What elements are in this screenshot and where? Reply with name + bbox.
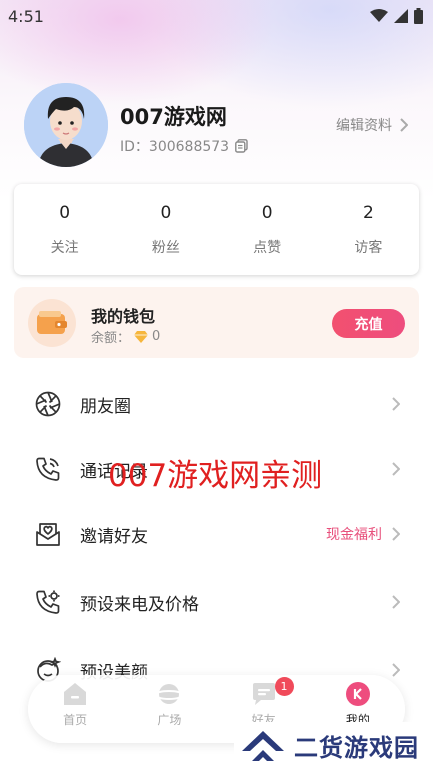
status-time: 4:51: [8, 6, 44, 26]
diamond-icon: [134, 330, 149, 343]
balance-value: 0: [152, 329, 161, 344]
edit-profile-label: 编辑资料: [336, 118, 392, 134]
stat-value: 2: [362, 202, 374, 223]
home-icon: [64, 683, 87, 705]
avatar[interactable]: [24, 83, 108, 167]
profile-header: 007游戏网 ID：300688573 编辑资料: [24, 83, 414, 169]
tab-label: 首页: [63, 713, 88, 727]
menu-item-right: [392, 397, 400, 411]
user-id: ID：300688573: [120, 136, 248, 156]
phone-settings-icon: [34, 588, 62, 616]
stat-label: 访客: [354, 239, 383, 256]
nickname: 007游戏网: [120, 105, 227, 129]
wifi-icon: [370, 9, 388, 22]
avatar-illustration: [24, 83, 108, 167]
stat-visitors[interactable]: 2 访客: [318, 184, 419, 275]
chevron-right-icon: [392, 462, 400, 476]
menu-item-right: 现金福利: [326, 524, 400, 544]
site-logo-text: 二货游戏园: [294, 734, 419, 762]
menu-item-label: 邀请好友: [80, 526, 148, 547]
tab-square[interactable]: 广场: [122, 675, 216, 743]
profile-icon: [345, 682, 370, 706]
planet-icon: [155, 684, 184, 704]
wallet-icon: [28, 299, 76, 347]
wallet-card[interactable]: 我的钱包 余额： 0 充值: [14, 287, 419, 358]
menu-item-invite-friends[interactable]: 邀请好友 现金福利: [34, 514, 400, 554]
status-icons: [370, 8, 423, 24]
chat-bubble-icon: [252, 683, 275, 705]
stat-label: 点赞: [253, 239, 282, 256]
wallet-balance: 余额： 0: [91, 327, 160, 346]
cell-signal-icon: [394, 9, 408, 23]
phone-call-icon: [34, 455, 62, 483]
stat-value: 0: [261, 202, 273, 223]
stat-value: 0: [59, 202, 71, 223]
stat-value: 0: [160, 202, 172, 223]
logo-chevron-icon: [242, 730, 284, 761]
tab-home[interactable]: 首页: [28, 675, 122, 743]
menu-item-right: [392, 595, 400, 609]
copy-icon[interactable]: [235, 139, 248, 153]
wallet-title: 我的钱包: [91, 307, 156, 326]
menu-item-moments[interactable]: 朋友圈: [34, 384, 400, 424]
stat-label: 粉丝: [151, 239, 180, 256]
recharge-button[interactable]: 充值: [332, 309, 405, 338]
invite-mail-icon: [34, 520, 62, 548]
user-id-text: ID：300688573: [120, 139, 230, 155]
chevron-right-icon: [400, 118, 408, 132]
site-logo: 二货游戏园: [234, 722, 433, 769]
chevron-right-icon: [392, 397, 400, 411]
stat-fans[interactable]: 0 粉丝: [115, 184, 216, 275]
stats-card: 0 关注 0 粉丝 0 点赞 2 访客: [14, 184, 419, 275]
stat-label: 关注: [50, 239, 79, 256]
menu-item-preset-call-price[interactable]: 预设来电及价格: [34, 582, 400, 622]
edit-profile-link[interactable]: 编辑资料: [336, 115, 408, 135]
watermark-text: 007游戏网亲测: [108, 458, 323, 494]
cash-bonus-tag: 现金福利: [326, 527, 382, 543]
chevron-right-icon: [392, 595, 400, 609]
aperture-icon: [34, 390, 62, 418]
tab-label: 广场: [157, 713, 182, 727]
menu-item-label: 预设来电及价格: [80, 594, 199, 615]
menu-item-right: [392, 462, 400, 476]
battery-icon: [414, 8, 423, 24]
chevron-right-icon: [392, 527, 400, 541]
stat-following[interactable]: 0 关注: [14, 184, 115, 275]
status-bar: 4:51: [0, 0, 433, 32]
stat-likes[interactable]: 0 点赞: [217, 184, 318, 275]
balance-label: 余额：: [91, 331, 131, 346]
unread-badge: 1: [274, 677, 294, 696]
menu-item-label: 朋友圈: [80, 396, 131, 417]
